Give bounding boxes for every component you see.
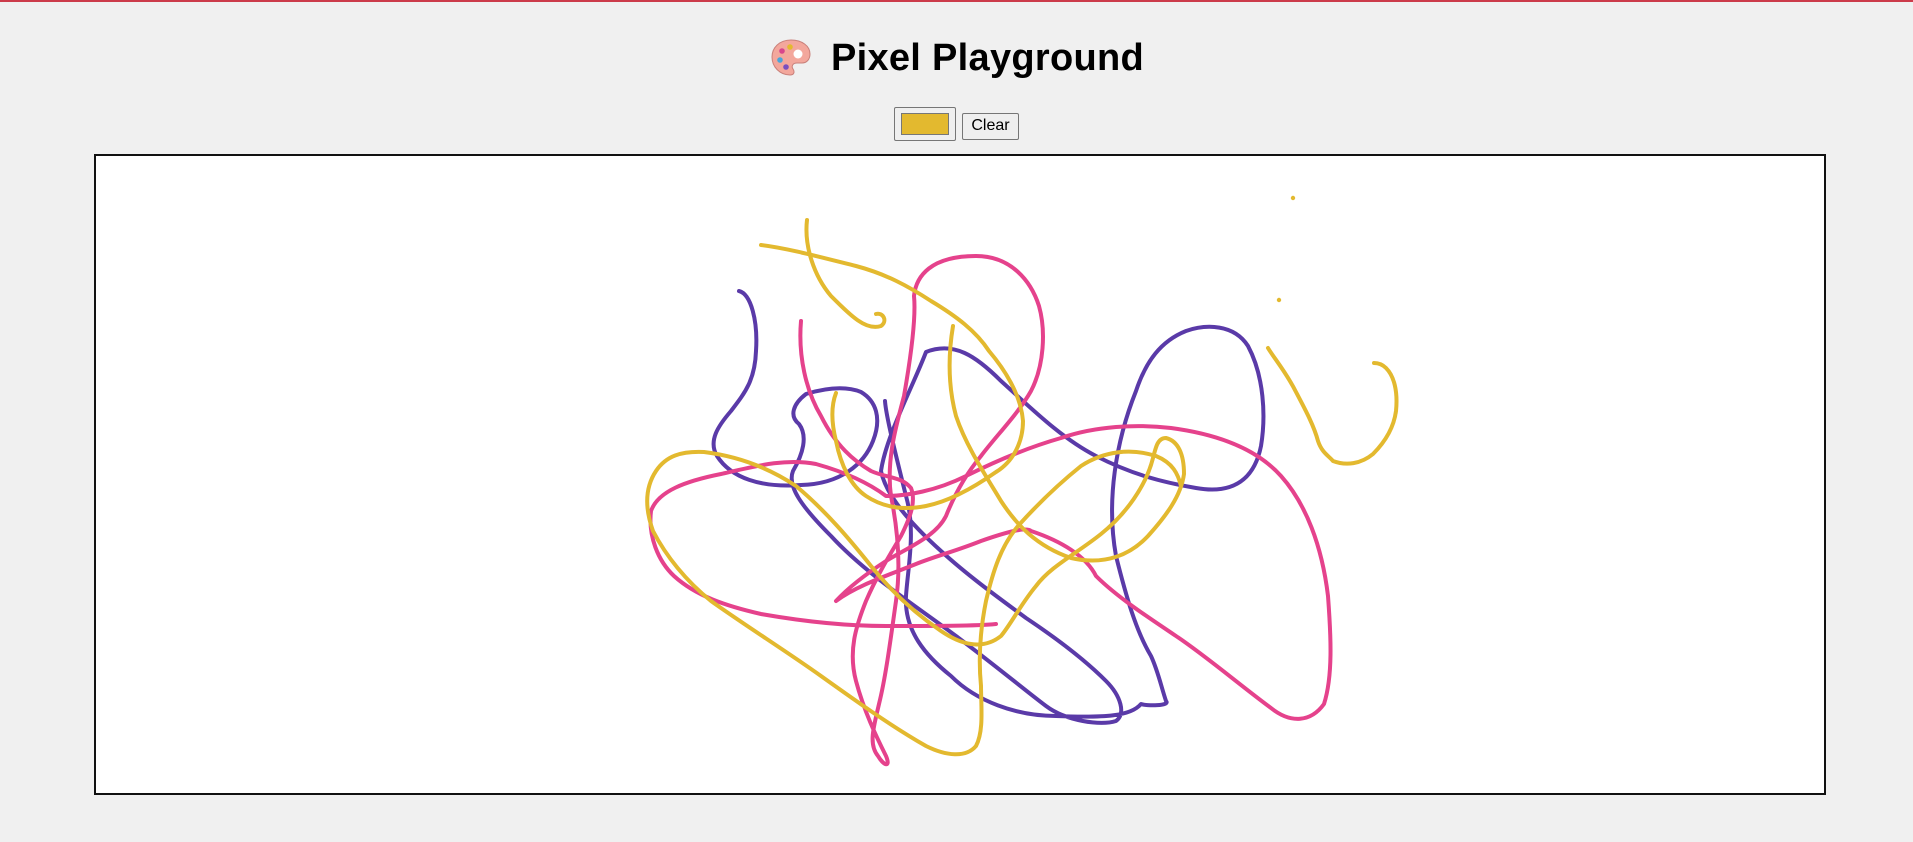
page-title: Pixel Playground: [830, 37, 1145, 79]
toolbar: Clear: [0, 106, 1913, 142]
yellow-stroke-4: [1266, 346, 1399, 466]
drawing-canvas[interactable]: [94, 154, 1826, 795]
color-swatch: [901, 113, 950, 135]
drawing-surface: [645, 195, 1399, 767]
yellow-stroke-3: [645, 324, 1186, 757]
clear-button[interactable]: Clear: [962, 112, 1019, 140]
yellow-stroke-2: [804, 218, 887, 329]
yellow-dot-1: [1290, 195, 1296, 201]
header: Pixel Playground: [0, 36, 1913, 80]
artist-palette-icon: [769, 36, 813, 80]
pink-stroke-1: [648, 254, 1333, 767]
yellow-dot-2: [1276, 297, 1282, 303]
color-picker[interactable]: [894, 107, 957, 141]
